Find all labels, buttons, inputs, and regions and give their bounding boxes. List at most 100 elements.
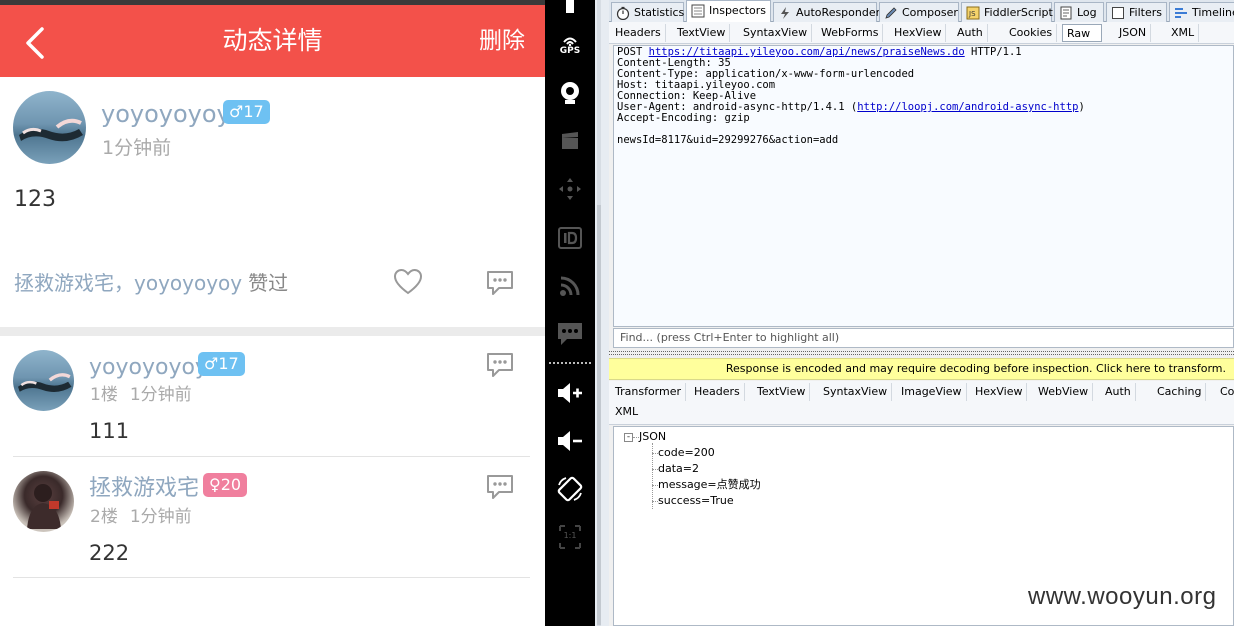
resp-tab-caching[interactable]: Caching bbox=[1153, 383, 1207, 401]
post-likers: 拯救游戏宅，yoyoyoyoy 赞过 bbox=[14, 268, 288, 298]
post-author-avatar[interactable] bbox=[13, 91, 86, 164]
user-agent-suffix: ) bbox=[1078, 101, 1085, 113]
tab-statistics[interactable]: Statistics bbox=[611, 2, 684, 22]
heart-icon bbox=[393, 268, 423, 295]
tab-label: Log bbox=[1077, 6, 1097, 19]
post-author-name[interactable]: yoyoyoyoy bbox=[101, 99, 231, 129]
user-agent-link[interactable]: http://loopj.com/android-async-http bbox=[857, 101, 1078, 113]
volume-up-button[interactable] bbox=[545, 376, 595, 410]
request-body: newsId=8117&uid=29299276&action=add bbox=[617, 134, 839, 146]
json-node-message[interactable]: message=点赞成功 bbox=[658, 478, 761, 492]
req-tab-hexview[interactable]: HexView bbox=[890, 24, 947, 42]
tab-fiddlerscript[interactable]: JS FiddlerScript bbox=[961, 2, 1053, 22]
resp-tab-imageview[interactable]: ImageView bbox=[897, 383, 967, 401]
req-tab-headers[interactable]: Headers bbox=[611, 24, 666, 42]
req-tab-cookies[interactable]: Cookies bbox=[1005, 24, 1058, 42]
resp-tab-cookies[interactable]: Coo bbox=[1216, 383, 1234, 401]
comment-author-avatar[interactable] bbox=[13, 471, 74, 532]
likers-suffix: 赞过 bbox=[248, 271, 289, 295]
sms-icon bbox=[558, 323, 582, 345]
power-button[interactable] bbox=[545, 0, 595, 22]
comment-author-name[interactable]: 拯救游戏宅 bbox=[89, 474, 199, 504]
comment-time: 1分钟前 bbox=[129, 507, 192, 527]
lightning-icon bbox=[781, 7, 789, 19]
gps-button[interactable]: GPS bbox=[545, 28, 595, 62]
like-button[interactable] bbox=[393, 268, 423, 296]
comment-author-avatar[interactable] bbox=[13, 350, 74, 411]
panel-gap bbox=[595, 0, 609, 626]
comment-floor: 2楼 bbox=[90, 507, 118, 527]
comment-time: 1分钟前 bbox=[129, 385, 192, 405]
sms-button[interactable] bbox=[545, 317, 595, 351]
req-tab-json[interactable]: JSON bbox=[1115, 24, 1152, 42]
tab-composer[interactable]: Composer bbox=[879, 2, 959, 22]
comment-bubble-icon bbox=[487, 475, 513, 499]
id-icon bbox=[558, 227, 582, 249]
dpad-button[interactable] bbox=[545, 172, 595, 206]
comment-content: 222 bbox=[89, 541, 130, 565]
clapper-icon bbox=[562, 132, 578, 149]
json-root-node[interactable]: JSON bbox=[639, 430, 666, 444]
checkbox-icon bbox=[1112, 7, 1124, 19]
title-bar: 动态详情 删除 bbox=[0, 5, 545, 77]
gps-icon bbox=[563, 37, 577, 46]
req-tab-xml[interactable]: XML bbox=[1167, 24, 1200, 42]
req-tab-auth[interactable]: Auth bbox=[953, 24, 988, 42]
resp-tab-syntaxview[interactable]: SyntaxView bbox=[819, 383, 893, 401]
req-tab-syntaxview[interactable]: SyntaxView bbox=[739, 24, 813, 42]
rss-button[interactable] bbox=[545, 269, 595, 303]
json-node-success[interactable]: success=True bbox=[658, 494, 734, 508]
pencil-icon bbox=[885, 7, 897, 19]
tab-timeline[interactable]: Timeline bbox=[1169, 2, 1234, 22]
resp-tab-headers[interactable]: Headers bbox=[690, 383, 745, 401]
tree-collapse-toggle[interactable]: - bbox=[624, 433, 633, 442]
reply-button[interactable] bbox=[485, 473, 515, 501]
rss-icon bbox=[560, 276, 580, 296]
resp-tab-hexview[interactable]: HexView bbox=[971, 383, 1028, 401]
json-node-code[interactable]: code=200 bbox=[658, 446, 715, 460]
tab-inspectors[interactable]: Inspectors bbox=[686, 0, 771, 22]
resp-tab-webview[interactable]: WebView bbox=[1034, 383, 1094, 401]
row-divider bbox=[13, 456, 530, 457]
post-content: 123 bbox=[14, 187, 56, 212]
pane-splitter[interactable] bbox=[609, 351, 1234, 355]
tab-log[interactable]: Log bbox=[1054, 2, 1104, 22]
liker-names[interactable]: 拯救游戏宅，yoyoyoyoy bbox=[14, 271, 242, 295]
inspector-icon bbox=[691, 4, 705, 18]
response-tab-strip: Transformer Headers TextView SyntaxView … bbox=[609, 381, 1234, 425]
device-id-button[interactable] bbox=[545, 221, 595, 255]
comment-author-name[interactable]: yoyoyoyoy bbox=[89, 353, 208, 383]
delete-button[interactable]: 删除 bbox=[479, 23, 525, 59]
watermark: www.wooyun.org bbox=[1028, 583, 1217, 610]
req-tab-raw[interactable]: Raw bbox=[1062, 24, 1102, 42]
resp-tab-transformer[interactable]: Transformer bbox=[611, 383, 687, 401]
tab-autoresponder[interactable]: AutoResponder bbox=[773, 2, 880, 22]
comment-gender-age-badge: ♀20 bbox=[203, 473, 248, 497]
rotate-button[interactable] bbox=[545, 472, 595, 506]
volume-down-button[interactable] bbox=[545, 424, 595, 458]
tab-label: Timeline bbox=[1192, 6, 1234, 19]
request-raw-view[interactable]: POST https://titaapi.yileyoo.com/api/new… bbox=[613, 45, 1234, 327]
media-button[interactable] bbox=[545, 124, 595, 158]
scrollbar-thumb[interactable] bbox=[597, 205, 601, 625]
request-version: HTTP/1.1 bbox=[971, 46, 1022, 58]
ratio-label: 1:1 bbox=[563, 531, 577, 540]
svg-text:JS: JS bbox=[968, 10, 976, 18]
emulator-toolbar: GPS 1:1 bbox=[545, 0, 595, 626]
header-accept-encoding: Accept-Encoding: gzip bbox=[617, 112, 750, 124]
req-tab-webforms[interactable]: WebForms bbox=[817, 24, 884, 42]
log-icon bbox=[1060, 6, 1072, 20]
comment-button[interactable] bbox=[485, 269, 515, 297]
req-tab-textview[interactable]: TextView bbox=[673, 24, 731, 42]
decode-notice-bar[interactable]: Response is encoded and may require deco… bbox=[609, 358, 1234, 380]
resp-tab-textview[interactable]: TextView bbox=[753, 383, 811, 401]
tab-filters[interactable]: Filters bbox=[1106, 2, 1167, 22]
reply-button[interactable] bbox=[485, 351, 515, 379]
json-node-data[interactable]: data=2 bbox=[658, 462, 699, 476]
resp-tab-auth[interactable]: Auth bbox=[1101, 383, 1136, 401]
webcam-button[interactable] bbox=[545, 76, 595, 110]
find-input[interactable]: Find... (press Ctrl+Enter to highlight a… bbox=[613, 328, 1234, 348]
gps-label: GPS bbox=[559, 46, 581, 56]
resp-tab-xml[interactable]: XML bbox=[611, 403, 642, 421]
fit-ratio-button[interactable]: 1:1 bbox=[545, 520, 595, 554]
